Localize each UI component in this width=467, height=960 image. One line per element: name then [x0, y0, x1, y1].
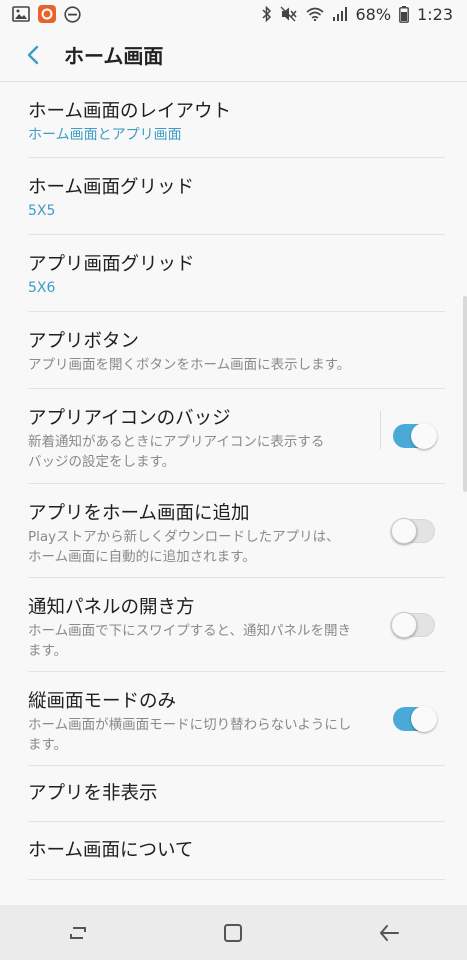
setting-title: アプリを非表示	[28, 783, 158, 804]
toggle-knob	[391, 611, 417, 638]
recent-apps-icon[interactable]	[58, 913, 98, 953]
notification-panel-toggle[interactable]	[391, 611, 435, 638]
status-left	[12, 5, 81, 23]
page-title: ホーム画面	[64, 44, 164, 68]
setting-title: ホーム画面について	[28, 840, 194, 861]
app-bar: ホーム画面	[0, 28, 467, 82]
setting-subtitle-line1: ホーム画面で下にスワイプすると、通知パネルを開き	[28, 623, 352, 639]
scroll-indicator[interactable]	[463, 296, 467, 492]
setting-value: 5X6	[28, 280, 56, 296]
setting-subtitle-line1: ホーム画面が横画面モードに切り替わらないようにし	[28, 717, 352, 733]
toggle-knob	[411, 423, 437, 449]
setting-home-layout[interactable]: ホーム画面のレイアウト ホーム画面とアプリ画面	[28, 83, 445, 158]
setting-title: 縦画面モードのみ	[28, 691, 177, 712]
setting-title: アプリをホーム画面に追加	[28, 503, 250, 524]
toggle-knob	[411, 705, 437, 732]
settings-list: ホーム画面のレイアウト ホーム画面とアプリ画面 ホーム画面グリッド 5X5 アプ…	[0, 83, 467, 880]
back-icon[interactable]	[369, 913, 409, 953]
battery-percent: 68%	[355, 4, 392, 24]
setting-subtitle-line2: ます。	[28, 643, 68, 659]
back-arrow-icon[interactable]	[22, 43, 46, 67]
setting-subtitle: アプリ画面を開くボタンをホーム画面に表示します。	[28, 357, 351, 373]
setting-title: ホーム画面グリッド	[28, 177, 194, 198]
setting-subtitle-line2: ホーム画面に自動的に追加されます。	[28, 549, 256, 565]
wifi-icon	[305, 7, 324, 21]
status-right: 68% 1:23	[261, 4, 453, 24]
app-notification-icon	[38, 5, 56, 23]
bluetooth-icon	[261, 6, 272, 22]
setting-add-apps-to-home[interactable]: アプリをホーム画面に追加 Playストアから新しくダウンロードしたアプリは、 ホ…	[28, 484, 445, 578]
setting-title: アプリボタン	[28, 331, 140, 352]
setting-apps-grid[interactable]: アプリ画面グリッド 5X6	[28, 235, 445, 312]
setting-value: 5X5	[28, 203, 56, 219]
setting-title: アプリアイコンのバッジ	[28, 408, 231, 429]
do-not-disturb-icon	[64, 5, 81, 23]
setting-title: ホーム画面のレイアウト	[28, 101, 231, 122]
setting-title: 通知パネルの開き方	[28, 597, 195, 618]
setting-subtitle-line1: 新着通知があるときにアプリアイコンに表示する	[28, 434, 325, 450]
setting-app-icon-badges[interactable]: アプリアイコンのバッジ 新着通知があるときにアプリアイコンに表示する バッジの設…	[28, 389, 445, 484]
setting-home-grid[interactable]: ホーム画面グリッド 5X5	[28, 158, 445, 235]
battery-icon	[399, 5, 409, 23]
setting-portrait-only[interactable]: 縦画面モードのみ ホーム画面が横画面モードに切り替わらないようにし ます。	[28, 672, 445, 766]
mute-icon	[280, 6, 298, 22]
setting-subtitle-line2: バッジの設定をします。	[28, 454, 176, 470]
navigation-bar	[0, 905, 467, 960]
status-bar: 68% 1:23	[0, 0, 467, 28]
setting-apps-button[interactable]: アプリボタン アプリ画面を開くボタンをホーム画面に表示します。	[28, 312, 445, 389]
add-apps-toggle[interactable]	[391, 517, 435, 544]
setting-notification-panel[interactable]: 通知パネルの開き方 ホーム画面で下にスワイプすると、通知パネルを開き ます。	[28, 578, 445, 672]
setting-value: ホーム画面とアプリ画面	[28, 127, 182, 143]
row-divider	[380, 411, 381, 449]
toggle-knob	[391, 517, 417, 544]
clock: 1:23	[417, 4, 453, 24]
setting-about-home[interactable]: ホーム画面について	[28, 822, 445, 880]
setting-hide-apps[interactable]: アプリを非表示	[28, 766, 445, 822]
portrait-only-toggle[interactable]	[393, 705, 437, 732]
setting-title: アプリ画面グリッド	[28, 254, 195, 275]
setting-subtitle-line2: ます。	[28, 737, 68, 753]
badges-toggle[interactable]	[393, 423, 437, 449]
gallery-icon	[12, 6, 30, 22]
setting-subtitle-line1: Playストアから新しくダウンロードしたアプリは、	[28, 529, 340, 545]
home-icon[interactable]	[213, 913, 253, 953]
signal-icon	[332, 7, 348, 21]
